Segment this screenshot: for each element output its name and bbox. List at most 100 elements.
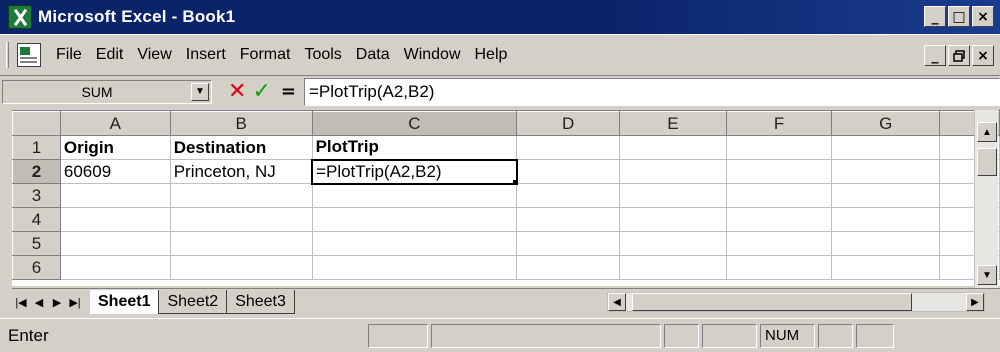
cancel-icon[interactable]: ✕ [228,79,246,104]
menu-tools[interactable]: Tools [297,46,348,64]
column-header-d[interactable]: D [516,111,621,136]
cell-g4[interactable] [831,207,941,232]
row-header-1[interactable]: 1 [12,135,61,160]
menu-help[interactable]: Help [468,46,515,64]
cell-g3[interactable] [831,183,941,208]
menu-format[interactable]: Format [233,46,298,64]
menu-file[interactable]: File [49,46,89,64]
prev-sheet-button[interactable]: ◀ [30,292,48,312]
minimize-button[interactable]: _ [924,6,946,27]
cell-b6[interactable] [169,255,313,280]
scroll-right-button[interactable]: ▶ [966,293,984,311]
tab-sheet3[interactable]: Sheet3 [227,290,295,314]
horizontal-scrollbar[interactable]: ◀ ▶ [607,292,985,312]
cell-e1[interactable] [619,135,727,160]
tab-sheet2[interactable]: Sheet2 [159,290,228,314]
cell-b5[interactable] [169,231,313,256]
fill-handle[interactable] [512,179,515,182]
cell-g6[interactable] [831,255,941,280]
cell-d1[interactable] [516,135,621,160]
cell-a2[interactable]: 60609 [59,159,171,184]
column-header-b[interactable]: B [169,111,313,136]
name-box[interactable]: SUM ▼ [2,79,212,104]
cell-f2[interactable] [725,159,833,184]
cell-b2[interactable]: Princeton, NJ [169,159,313,184]
table-row: 1 Origin Destination PlotTrip [12,135,1000,160]
cell-e4[interactable] [619,207,727,232]
cell-a6[interactable] [59,255,171,280]
cell-d4[interactable] [516,207,621,232]
cell-b4[interactable] [169,207,313,232]
column-header-g[interactable]: G [831,111,941,136]
row-header-3[interactable]: 3 [12,183,61,208]
row-header-2[interactable]: 2 [12,159,61,184]
restore-icon [953,49,965,62]
workbook-restore-button[interactable] [948,45,970,66]
formula-input[interactable]: =PlotTrip(A2,B2) [303,77,1000,106]
scroll-down-button[interactable]: ▼ [977,265,997,285]
scroll-left-button[interactable]: ◀ [608,293,626,311]
row-header-5[interactable]: 5 [12,231,61,256]
menu-view[interactable]: View [130,46,178,64]
cell-e3[interactable] [619,183,727,208]
cell-g2[interactable] [831,159,941,184]
resize-grip-icon[interactable] [897,326,917,346]
cell-a5[interactable] [59,231,171,256]
cell-g1[interactable] [831,135,941,160]
cell-g5[interactable] [831,231,941,256]
cell-a3[interactable] [59,183,171,208]
column-header-e[interactable]: E [619,111,727,136]
cell-b1[interactable]: Destination [169,135,313,160]
cell-a4[interactable] [59,207,171,232]
column-header-f[interactable]: F [725,111,833,136]
row-header-4[interactable]: 4 [12,207,61,232]
cell-c4[interactable] [311,207,518,232]
cell-f6[interactable] [725,255,833,280]
cell-c5[interactable] [311,231,518,256]
workbook-icon[interactable] [17,43,41,67]
cell-c3[interactable] [311,183,518,208]
cell-d2[interactable] [516,159,621,184]
cell-a1[interactable]: Origin [59,135,171,160]
first-sheet-button[interactable]: |◀ [12,292,30,312]
menu-edit[interactable]: Edit [89,46,131,64]
next-sheet-button[interactable]: ▶ [48,292,66,312]
workbook-close-button[interactable]: × [972,45,994,66]
cell-e6[interactable] [619,255,727,280]
toolbar-grip[interactable] [6,42,9,68]
workbook-minimize-button[interactable]: _ [924,45,946,66]
horizontal-scroll-thumb[interactable] [632,293,912,311]
cell-d6[interactable] [516,255,621,280]
cell-d3[interactable] [516,183,621,208]
close-button[interactable]: × [972,6,994,27]
cell-b3[interactable] [169,183,313,208]
cell-c6[interactable] [311,255,518,280]
vertical-scroll-thumb[interactable] [977,148,997,176]
edit-formula-button[interactable]: = [281,81,296,102]
select-all-corner[interactable] [12,111,61,136]
vertical-scrollbar[interactable]: ▲ ▼ [974,110,998,288]
scroll-up-button[interactable]: ▲ [977,122,997,142]
cell-f5[interactable] [725,231,833,256]
row-header-6[interactable]: 6 [12,255,61,280]
cell-f1[interactable] [725,135,833,160]
column-header-a[interactable]: A [59,111,171,136]
menu-insert[interactable]: Insert [179,46,233,64]
last-sheet-button[interactable]: ▶| [66,292,84,312]
menu-data[interactable]: Data [349,46,397,64]
cell-c1[interactable]: PlotTrip [311,135,518,160]
menu-window[interactable]: Window [397,46,468,64]
cell-f4[interactable] [725,207,833,232]
tab-sheet1[interactable]: Sheet1 [90,290,160,314]
column-header-c[interactable]: C [311,111,518,136]
cell-e5[interactable] [619,231,727,256]
enter-check-icon[interactable]: ✓ [252,79,270,104]
formula-bar: SUM ▼ ✕ ✓ = =PlotTrip(A2,B2) [0,76,1000,107]
cell-c2-active[interactable]: =PlotTrip(A2,B2) [311,158,518,185]
maximize-button[interactable]: □ [948,6,970,27]
cell-e2[interactable] [619,159,727,184]
excel-app-icon[interactable] [8,5,32,29]
name-box-dropdown[interactable]: ▼ [191,82,209,101]
cell-f3[interactable] [725,183,833,208]
cell-d5[interactable] [516,231,621,256]
